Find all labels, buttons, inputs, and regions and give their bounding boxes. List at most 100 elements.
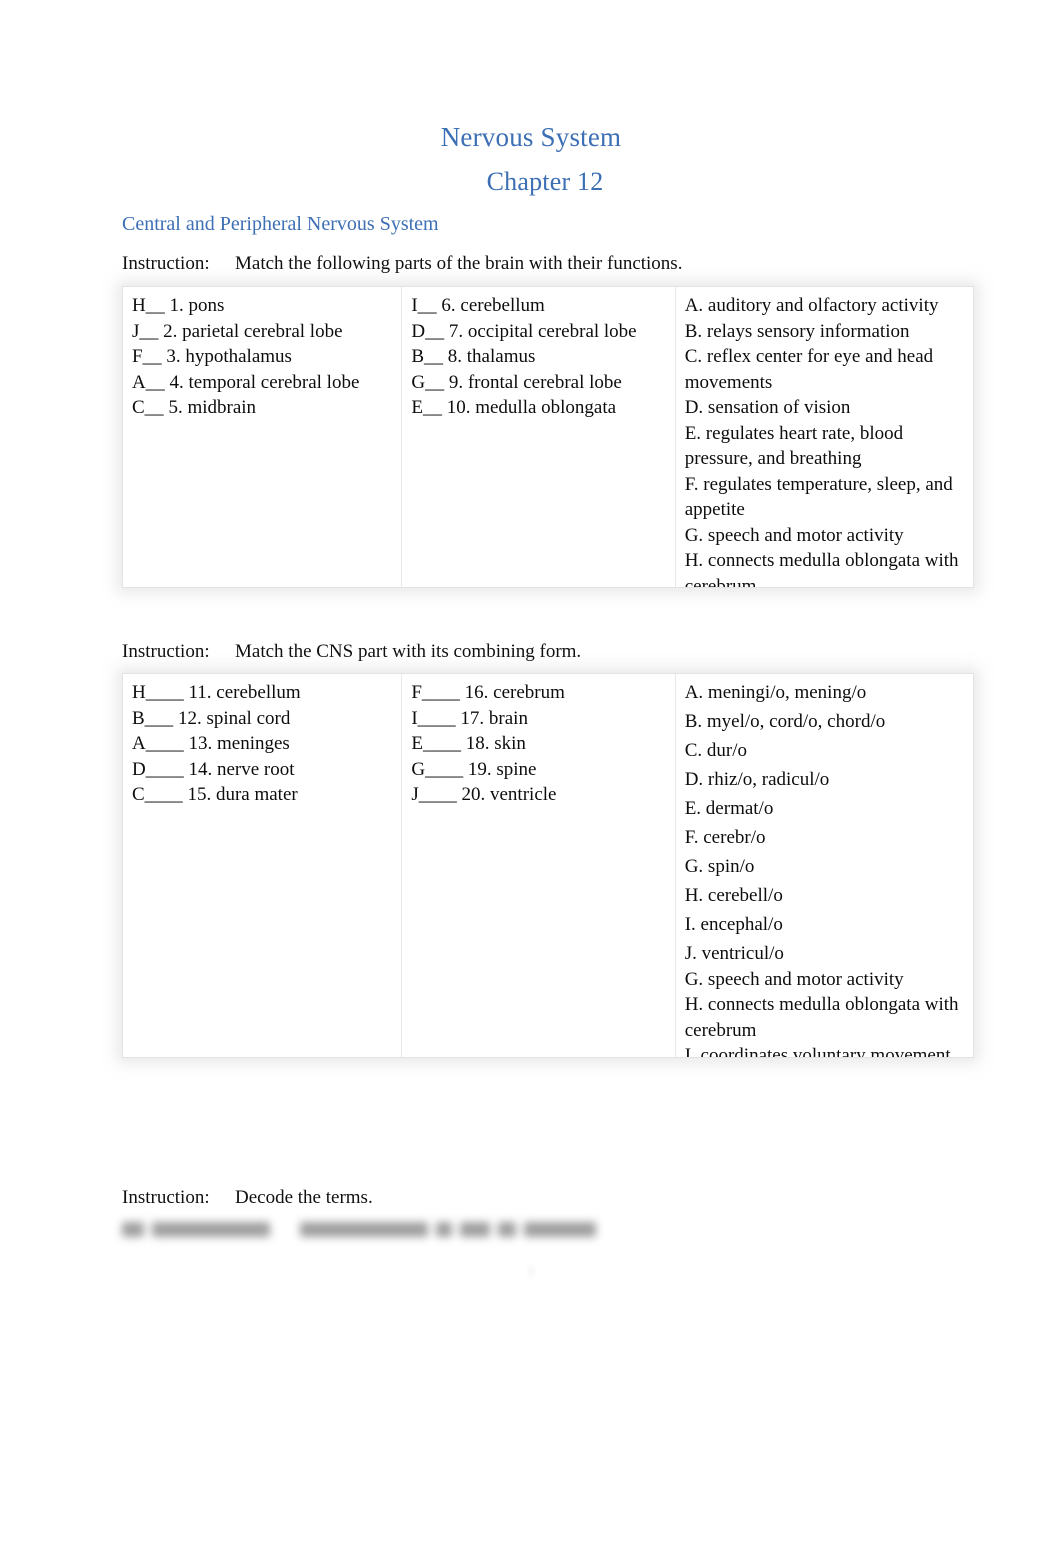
section-heading: Central and Peripheral Nervous System [122, 213, 439, 235]
item-text: 8. thalamus [447, 346, 536, 367]
redacted-block [300, 1222, 428, 1237]
option-item: H. connects medulla oblongata with cereb… [684, 550, 959, 587]
item-text: 1. pons [169, 295, 225, 316]
item-text: 10. medulla oblongata [446, 397, 617, 418]
answer-blank[interactable]: B__ [411, 344, 443, 370]
table2-column-left: H____ 11. cerebellum B___ 12. spinal cor… [123, 674, 403, 1057]
table2-options-column: A. meningi/o, mening/o B. myel/o, cord/o… [676, 674, 973, 1057]
item-text: 2. parietal cerebral lobe [163, 320, 343, 342]
option-item: A. auditory and olfactory activity [684, 295, 939, 316]
instruction-label: Instruction: [122, 253, 210, 274]
matching-row[interactable]: A____ 13. meninges [132, 731, 393, 757]
answer-blank[interactable]: A__ [132, 370, 165, 396]
instruction-row-2: Instruction: Match the CNS part with its … [122, 640, 581, 665]
option-item: H. cerebell/o [684, 885, 783, 906]
matching-row[interactable]: C__ 5. midbrain [132, 395, 393, 421]
option-item: G. spin/o [684, 856, 755, 877]
item-text: 14. nerve root [188, 758, 295, 780]
matching-row[interactable]: C____ 15. dura mater [132, 782, 393, 808]
instruction-label: Instruction: [122, 1187, 210, 1208]
item-text: 16. cerebrum [464, 682, 565, 703]
answer-blank[interactable]: J____ [411, 782, 456, 808]
answer-blank[interactable]: A____ [132, 731, 184, 757]
option-item: A. meningi/o, mening/o [684, 682, 867, 703]
option-item: F. cerebr/o [684, 827, 766, 848]
option-item: I. encephal/o [684, 914, 783, 935]
matching-row[interactable]: G__ 9. frontal cerebral lobe [411, 370, 666, 396]
answer-blank[interactable]: I__ [411, 293, 436, 319]
item-text: 18. skin [465, 733, 526, 754]
matching-row[interactable]: D__ 7. occipital cerebral lobe [411, 319, 666, 345]
matching-row[interactable]: B___ 12. spinal cord [132, 706, 393, 732]
answer-blank[interactable]: I____ [411, 706, 455, 732]
answer-blank[interactable]: E____ [411, 731, 461, 757]
matching-row[interactable]: E____ 18. skin [411, 731, 666, 757]
option-item: G. speech and motor activity [684, 524, 904, 546]
answer-blank[interactable]: H__ [132, 293, 165, 319]
matching-row[interactable]: I__ 6. cerebellum [411, 293, 666, 319]
answer-blank[interactable]: D__ [411, 319, 444, 345]
option-item-overflow: G. speech and motor activity [684, 968, 904, 990]
page-number: 1 [527, 1264, 535, 1280]
matching-row[interactable]: F____ 16. cerebrum [411, 680, 666, 706]
instruction-text: Decode the terms. [235, 1187, 373, 1208]
matching-row[interactable]: F__ 3. hypothalamus [132, 344, 393, 370]
option-item: C. dur/o [684, 740, 747, 761]
answer-blank[interactable]: C__ [132, 395, 164, 421]
table1-options-column: A. auditory and olfactory activity B. re… [676, 287, 973, 587]
matching-row[interactable]: G____ 19. spine [411, 757, 666, 783]
table1-column-middle: I__ 6. cerebellum D__ 7. occipital cereb… [402, 287, 676, 587]
item-text: 20. ventricle [461, 784, 557, 805]
instruction-row-1: Instruction: Match the following parts of… [122, 252, 682, 277]
table1-column-left: H__ 1. pons J__ 2. parietal cerebral lob… [123, 287, 403, 587]
item-text: 6. cerebellum [441, 295, 545, 316]
redacted-block [152, 1222, 270, 1237]
matching-row[interactable]: B__ 8. thalamus [411, 344, 666, 370]
matching-row[interactable]: D____ 14. nerve root [132, 757, 393, 783]
option-item-overflow: I. coordinates voluntary movement [684, 1045, 951, 1057]
option-item: C. reflex center for eye and head moveme… [684, 346, 934, 393]
option-item: E. regulates heart rate, blood pressure,… [684, 422, 904, 470]
answer-blank[interactable]: C____ [132, 782, 183, 808]
instruction-text: Match the CNS part with its combining fo… [235, 641, 582, 662]
matching-table-brain-functions: H__ 1. pons J__ 2. parietal cerebral lob… [122, 286, 974, 588]
answer-blank[interactable]: E__ [411, 395, 442, 421]
option-item: B. relays sensory information [684, 320, 910, 342]
matching-table-combining-forms: H____ 11. cerebellum B___ 12. spinal cor… [122, 673, 974, 1058]
item-text: 17. brain [460, 707, 528, 729]
answer-blank[interactable]: B___ [132, 706, 173, 732]
redacted-block [498, 1222, 516, 1237]
redacted-block [460, 1222, 490, 1237]
matching-row[interactable]: J__ 2. parietal cerebral lobe [132, 319, 393, 345]
answer-blank[interactable]: G__ [411, 370, 444, 396]
redacted-blurred-text-line [122, 1222, 596, 1237]
item-text: 3. hypothalamus [166, 346, 292, 367]
chapter-title: Chapter 12 [486, 167, 604, 196]
answer-blank[interactable]: F____ [411, 680, 460, 706]
matching-row[interactable]: J____ 20. ventricle [411, 782, 666, 808]
matching-row[interactable]: H____ 11. cerebellum [132, 680, 393, 706]
answer-blank[interactable]: G____ [411, 757, 463, 783]
item-text: 13. meninges [188, 733, 290, 754]
matching-row[interactable]: A__ 4. temporal cerebral lobe [132, 370, 393, 396]
answer-blank[interactable]: H____ [132, 680, 184, 706]
item-text: 11. cerebellum [188, 682, 301, 703]
instruction-row-3: Instruction: Decode the terms. [122, 1186, 373, 1211]
matching-row[interactable]: E__ 10. medulla oblongata [411, 395, 666, 421]
document-title: Nervous System [440, 122, 622, 152]
option-item: D. sensation of vision [684, 397, 851, 418]
answer-blank[interactable]: J__ [132, 319, 158, 345]
answer-blank[interactable]: D____ [132, 757, 184, 783]
instruction-label: Instruction: [122, 641, 210, 662]
instruction-text: Match the following parts of the brain w… [235, 253, 683, 274]
redacted-block [122, 1222, 144, 1237]
item-text: 4. temporal cerebral lobe [169, 371, 360, 393]
matching-row[interactable]: I____ 17. brain [411, 706, 666, 732]
item-text: 15. dura mater [187, 784, 298, 805]
redacted-block [524, 1222, 596, 1237]
answer-blank[interactable]: F__ [132, 344, 162, 370]
option-item: B. myel/o, cord/o, chord/o [684, 711, 886, 732]
matching-row[interactable]: H__ 1. pons [132, 293, 393, 319]
option-item-overflow: H. connects medulla oblongata with cereb… [684, 994, 959, 1041]
item-text: 12. spinal cord [177, 707, 291, 729]
